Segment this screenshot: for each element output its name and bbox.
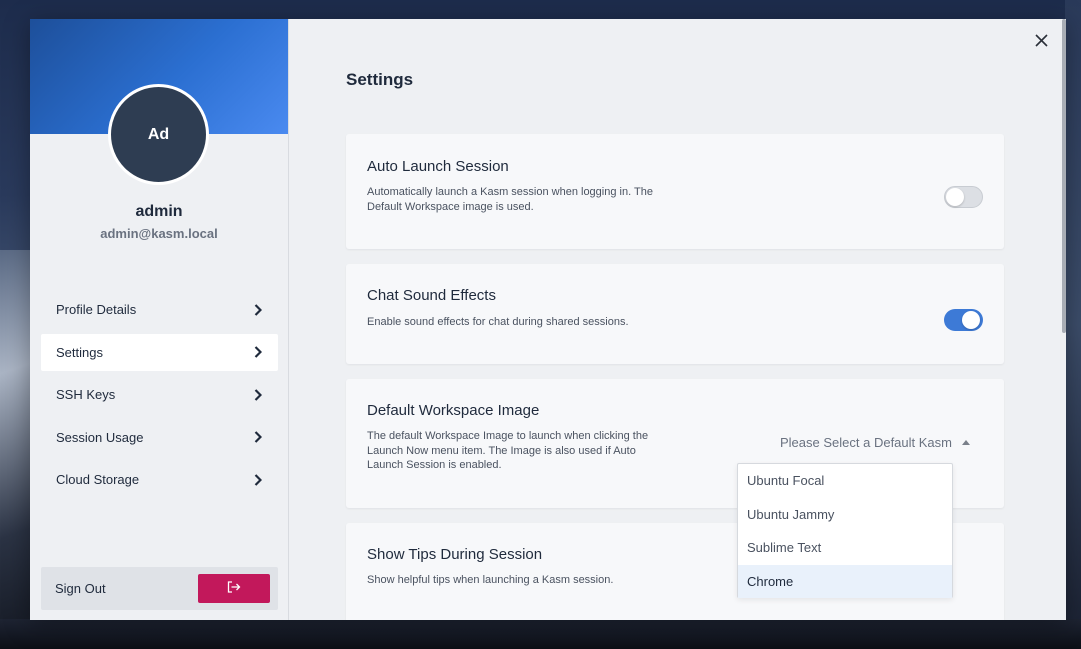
default-image-select[interactable]: Please Select a Default Kasm <box>767 431 983 453</box>
card-title: Chat Sound Effects <box>367 287 496 304</box>
sidebar-item-ssh-keys[interactable]: SSH Keys <box>41 376 278 413</box>
sidebar-item-label: Cloud Storage <box>56 472 140 487</box>
chat-sound-card: Chat Sound Effects Enable sound effects … <box>346 264 1004 364</box>
card-description: Show helpful tips when launching a Kasm … <box>367 574 614 586</box>
chevron-right-icon <box>253 388 263 402</box>
chevron-right-icon <box>253 303 263 317</box>
card-description: Automatically launch a Kasm session when… <box>367 186 653 213</box>
dropdown-option-sublime-text[interactable]: Sublime Text <box>738 531 952 565</box>
chevron-right-icon <box>253 345 263 359</box>
chevron-right-icon <box>253 473 263 487</box>
dropdown-option-chrome[interactable]: Chrome <box>738 564 952 598</box>
page-title: Settings <box>346 70 414 89</box>
default-image-dropdown: Ubuntu Focal Ubuntu Jammy Sublime Text C… <box>737 463 953 598</box>
sidebar-item-profile-details[interactable]: Profile Details <box>41 291 278 328</box>
sidebar-item-label: Session Usage <box>56 429 144 445</box>
sign-out-row: Sign Out <box>41 567 278 610</box>
chevron-right-icon <box>253 430 263 444</box>
user-name: admin <box>135 203 183 220</box>
sidebar-item-label: SSH Keys <box>56 387 116 402</box>
avatar-initials: Ad <box>147 125 170 143</box>
sidebar: Ad admin admin@kasm.local Profile Detail… <box>30 19 289 620</box>
card-description: The default Workspace Image to launch wh… <box>367 430 649 471</box>
card-title: Default Workspace Image <box>367 402 540 419</box>
toggle-knob <box>946 188 964 206</box>
auto-launch-toggle[interactable] <box>944 186 983 208</box>
sidebar-item-settings[interactable]: Settings <box>41 333 278 371</box>
sidebar-nav: Profile Details Settings SSH Keys Sessio… <box>41 291 278 504</box>
sidebar-item-session-usage[interactable]: Session Usage <box>41 419 278 456</box>
background-edge-right <box>1065 0 1081 649</box>
chat-sound-toggle[interactable] <box>944 309 983 331</box>
close-button[interactable] <box>1033 34 1049 52</box>
background-bottom <box>0 619 1081 649</box>
dropdown-option-ubuntu-jammy[interactable]: Ubuntu Jammy <box>738 498 952 532</box>
avatar: Ad <box>108 84 209 185</box>
select-placeholder: Please Select a Default Kasm <box>780 434 952 450</box>
dropdown-option-ubuntu-focal[interactable]: Ubuntu Focal <box>738 464 952 498</box>
card-title: Show Tips During Session <box>367 546 543 563</box>
caret-up-icon <box>962 439 970 445</box>
auto-launch-card: Auto Launch Session Automatically launch… <box>346 134 1004 249</box>
toggle-knob <box>962 311 980 329</box>
sign-out-icon <box>227 581 241 596</box>
card-title: Auto Launch Session <box>367 158 509 175</box>
sign-out-label: Sign Out <box>55 581 106 596</box>
card-description: Enable sound effects for chat during sha… <box>367 316 629 328</box>
sign-out-button[interactable] <box>198 574 270 603</box>
sidebar-item-label: Profile Details <box>56 302 137 317</box>
sidebar-item-label: Settings <box>56 344 103 360</box>
scrollbar-thumb[interactable] <box>1062 19 1066 333</box>
sidebar-item-cloud-storage[interactable]: Cloud Storage <box>41 461 278 498</box>
user-email: admin@kasm.local <box>100 226 218 241</box>
close-icon <box>1034 34 1048 52</box>
